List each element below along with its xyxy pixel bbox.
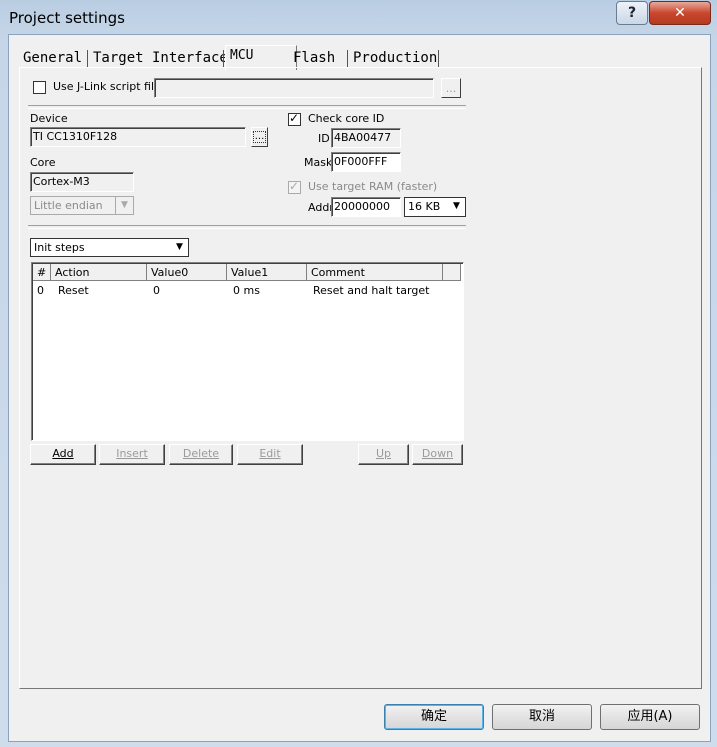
table-header-comment[interactable]: Comment [307, 264, 443, 281]
dialog-client: General Target Interface MCU Flash Produ… [8, 34, 711, 742]
table-cell-value1: 0 ms [233, 284, 260, 297]
script-file-label: Use J-Link script file [53, 80, 161, 93]
help-button[interactable]: ? [616, 1, 648, 25]
edit-button-label: Edit [259, 447, 281, 460]
target-ram-label: Use target RAM (faster) [308, 180, 438, 193]
delete-button[interactable]: Delete [169, 444, 233, 465]
close-icon: ✕ [674, 5, 686, 21]
ram-size-select[interactable]: 16 KB ▼ [404, 197, 466, 217]
delete-button-label: Delete [182, 447, 220, 460]
steps-table[interactable]: # Action Value0 Value1 Comment 0 Reset 0… [31, 262, 464, 441]
target-ram-checkbox[interactable]: ✓ [288, 179, 301, 194]
insert-button-label: Insert [116, 447, 148, 460]
ok-button[interactable]: 确定 [384, 704, 484, 730]
add-button-label: Add [52, 447, 74, 460]
mcu-panel: Use J-Link script file ... Device TI CC1… [19, 67, 702, 689]
tab-separator [347, 50, 348, 68]
table-cell-comment: Reset and halt target [313, 284, 430, 297]
window-title: Project settings [9, 9, 125, 27]
check-core-id-label: Check core ID [308, 112, 385, 125]
checkmark-icon: ✓ [289, 111, 300, 125]
core-id-field[interactable]: 4BA00477 [331, 128, 401, 148]
table-header-value1[interactable]: Value1 [227, 264, 307, 281]
add-button[interactable]: Add [30, 444, 96, 465]
up-button[interactable]: Up [358, 444, 409, 465]
steps-value: Init steps [34, 241, 85, 254]
script-file-browse-button[interactable]: ... [441, 78, 461, 98]
addr-label: Addr [308, 201, 334, 214]
ram-size-value: 16 KB [408, 200, 441, 213]
down-button[interactable]: Down [412, 444, 463, 465]
tab-flash[interactable]: Flash [289, 48, 339, 68]
divider [28, 225, 466, 229]
tab-separator [223, 50, 224, 68]
addr-field[interactable]: 20000000 [331, 197, 401, 217]
table-cell-num: 0 [37, 284, 44, 297]
table-header-action[interactable]: Action [51, 264, 147, 281]
tab-production[interactable]: Production [349, 48, 441, 68]
chevron-down-icon: ▼ [453, 201, 460, 211]
steps-select[interactable]: Init steps ▼ [30, 238, 189, 257]
tab-separator [87, 50, 88, 68]
divider [28, 105, 466, 109]
up-button-label: Up [375, 447, 392, 460]
tab-separator [438, 50, 439, 68]
mask-label: Mask [304, 156, 333, 169]
chevron-down-icon: ▼ [176, 242, 183, 252]
table-cell-action: Reset [58, 284, 89, 297]
close-button[interactable]: ✕ [649, 1, 711, 25]
check-core-id-checkbox[interactable]: ✓ [288, 111, 301, 126]
device-label: Device [30, 112, 68, 125]
help-icon: ? [627, 5, 637, 21]
endian-select[interactable]: Little endian ▼ [30, 196, 134, 215]
tab-target-interface[interactable]: Target Interface [89, 48, 232, 68]
core-label: Core [30, 156, 56, 169]
script-file-input[interactable] [154, 78, 434, 98]
down-button-label: Down [421, 447, 454, 460]
title-bar[interactable]: Project settings ? ✕ [0, 0, 717, 34]
cancel-button[interactable]: 取消 [492, 704, 592, 730]
endian-value: Little endian [34, 199, 103, 212]
insert-button[interactable]: Insert [99, 444, 165, 465]
table-header-filler [443, 264, 461, 281]
mask-field[interactable]: 0F000FFF [331, 152, 401, 172]
dialog-window: Project settings ? ✕ General Target Inte… [0, 0, 717, 747]
core-field: Cortex-M3 [30, 172, 134, 192]
script-file-checkbox[interactable] [33, 81, 46, 94]
table-header-num[interactable]: # [33, 264, 51, 281]
apply-button[interactable]: 应用(A) [600, 704, 700, 730]
edit-button[interactable]: Edit [237, 444, 303, 465]
table-cell-value0: 0 [153, 284, 160, 297]
ellipsis-icon: ... [252, 131, 267, 143]
chevron-down-icon: ▼ [115, 197, 133, 214]
table-header-value0[interactable]: Value0 [147, 264, 227, 281]
tab-general[interactable]: General [19, 48, 86, 68]
device-field: TI CC1310F128 [30, 127, 246, 147]
core-id-label: ID [318, 132, 330, 145]
device-browse-button[interactable]: ... [251, 127, 268, 147]
checkmark-icon: ✓ [289, 179, 300, 193]
